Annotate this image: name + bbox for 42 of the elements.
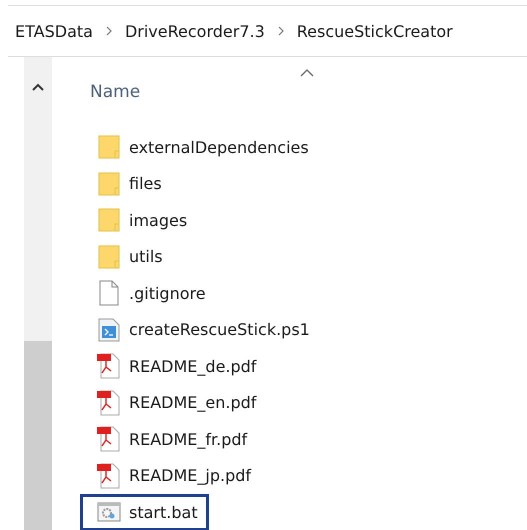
file-item[interactable]: README_en.pdf [80, 384, 268, 421]
file-item[interactable]: README_jp.pdf [80, 458, 262, 494]
pdf-icon [97, 390, 121, 416]
pdf-icon [97, 353, 121, 380]
gear-window-icon [97, 502, 121, 522]
scroll-up-icon[interactable] [32, 83, 44, 91]
pdf-icon [97, 426, 121, 452]
column-header[interactable]: Name [90, 82, 140, 102]
file-name: createRescueStick.ps1 [129, 320, 310, 340]
script-file-icon [97, 318, 121, 342]
file-name: README_fr.pdf [129, 430, 248, 449]
scrollbar[interactable] [24, 57, 52, 530]
file-name: README_jp.pdf [129, 466, 252, 486]
file-name: README_en.pdf [129, 393, 256, 412]
document-icon [97, 280, 121, 306]
file-item[interactable]: createRescueStick.ps1 [80, 312, 321, 348]
chevron-icon [278, 26, 284, 36]
breadcrumb-item[interactable]: ETASData [15, 22, 93, 40]
breadcrumb-item[interactable]: DriveRecorder7.3 [124, 22, 265, 40]
file-item[interactable]: .gitignore [80, 275, 217, 312]
pdf-icon [97, 462, 121, 489]
scrollbar-thumb[interactable] [24, 341, 52, 530]
folder-icon [97, 208, 121, 232]
folder-icon [97, 135, 121, 160]
file-name: README_de.pdf [129, 356, 256, 376]
file-name: externalDependencies [129, 138, 309, 157]
file-item[interactable]: files [80, 166, 173, 202]
folder-icon [97, 172, 121, 196]
file-item[interactable]: README_fr.pdf [80, 421, 258, 458]
file-name: files [129, 174, 162, 194]
file-item[interactable]: README_de.pdf [80, 348, 268, 384]
file-name: utils [129, 247, 163, 266]
file-item[interactable]: images [80, 202, 198, 238]
file-name: images [129, 210, 188, 230]
file-name: .gitignore [129, 284, 206, 303]
folder-icon [97, 244, 121, 269]
chevron-icon [106, 26, 112, 36]
file-name: start.bat [129, 502, 198, 522]
file-item[interactable]: externalDependencies [80, 129, 320, 166]
breadcrumb-item[interactable]: RescueStickCreator [296, 22, 453, 40]
highlighted-file-item[interactable]: start.bat [80, 494, 209, 530]
file-item[interactable]: utils [80, 238, 174, 275]
